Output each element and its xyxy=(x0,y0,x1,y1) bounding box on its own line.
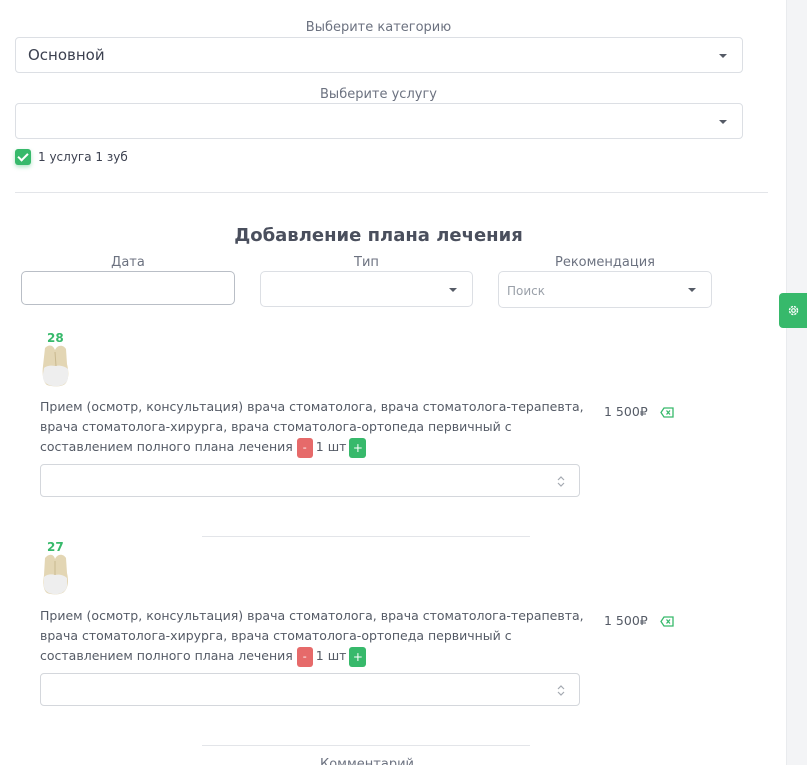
decrease-qty-button[interactable]: - xyxy=(296,646,313,667)
price: 1 500₽ xyxy=(604,613,648,628)
service-description: Прием (осмотр, консультация) врача стома… xyxy=(40,397,590,458)
gear-icon xyxy=(788,305,799,316)
type-select[interactable] xyxy=(260,271,473,307)
settings-button[interactable] xyxy=(779,293,807,328)
backspace-icon[interactable] xyxy=(660,407,674,418)
service-line-with-qty: составлением полного плана лечения -1 шт… xyxy=(40,437,590,458)
tooth-number: 27 xyxy=(47,540,64,554)
item-option-select[interactable] xyxy=(40,673,580,706)
increase-qty-button[interactable]: + xyxy=(349,646,367,667)
increase-qty-button[interactable]: + xyxy=(349,437,367,458)
service-line: составлением полного плана лечения xyxy=(40,648,293,663)
comment-label-cut: Комментарий xyxy=(320,757,414,765)
service-description: Прием (осмотр, консультация) врача стома… xyxy=(40,606,590,667)
service-line: врача стоматолога-хирурга, врача стомато… xyxy=(40,628,512,643)
up-down-arrows-icon xyxy=(557,476,565,487)
date-label: Дата xyxy=(111,255,145,270)
decrease-qty-button[interactable]: - xyxy=(296,437,313,458)
recommendation-label: Рекомендация xyxy=(554,255,656,270)
item-divider xyxy=(202,745,530,746)
service-label: Выберите услугу xyxy=(320,87,437,102)
tooth-28-icon xyxy=(42,345,69,387)
service-line: Прием (осмотр, консультация) врача стома… xyxy=(40,399,584,414)
service-line: Прием (осмотр, консультация) врача стома… xyxy=(40,608,584,623)
service-line: врача стоматолога-хирурга, врача стомато… xyxy=(40,419,512,434)
recommendation-search-placeholder: Поиск xyxy=(507,284,546,298)
quantity-value: 1 шт xyxy=(315,648,347,663)
service-line: составлением полного плана лечения xyxy=(40,439,293,454)
chevron-down-icon xyxy=(449,288,457,292)
backspace-icon[interactable] xyxy=(660,616,674,627)
category-label: Выберите категорию xyxy=(305,20,452,35)
item-option-select[interactable] xyxy=(40,464,580,497)
one-service-one-tooth-label: 1 услуга 1 зуб xyxy=(38,150,128,164)
plan-title: Добавление плана лечения xyxy=(234,225,523,246)
up-down-arrows-icon xyxy=(557,685,565,696)
type-label: Тип xyxy=(354,255,379,270)
service-select[interactable] xyxy=(15,103,743,139)
chevron-down-icon xyxy=(719,120,727,124)
item-divider xyxy=(202,536,530,537)
chevron-down-icon xyxy=(688,288,696,292)
main-card: Выберите категорию Основной Выберите усл… xyxy=(0,0,787,765)
service-line-with-qty: составлением полного плана лечения -1 шт… xyxy=(40,646,590,667)
chevron-down-icon xyxy=(719,54,727,58)
section-divider xyxy=(15,192,768,193)
date-input[interactable] xyxy=(21,271,235,305)
category-select[interactable]: Основной xyxy=(15,37,743,73)
quantity-value: 1 шт xyxy=(315,439,347,454)
one-service-one-tooth-checkbox[interactable] xyxy=(15,149,31,165)
tooth-number: 28 xyxy=(47,331,64,345)
tooth-27-icon xyxy=(43,554,68,595)
price: 1 500₽ xyxy=(604,404,648,419)
recommendation-select[interactable]: Поиск xyxy=(498,271,712,308)
category-select-value: Основной xyxy=(28,46,105,64)
